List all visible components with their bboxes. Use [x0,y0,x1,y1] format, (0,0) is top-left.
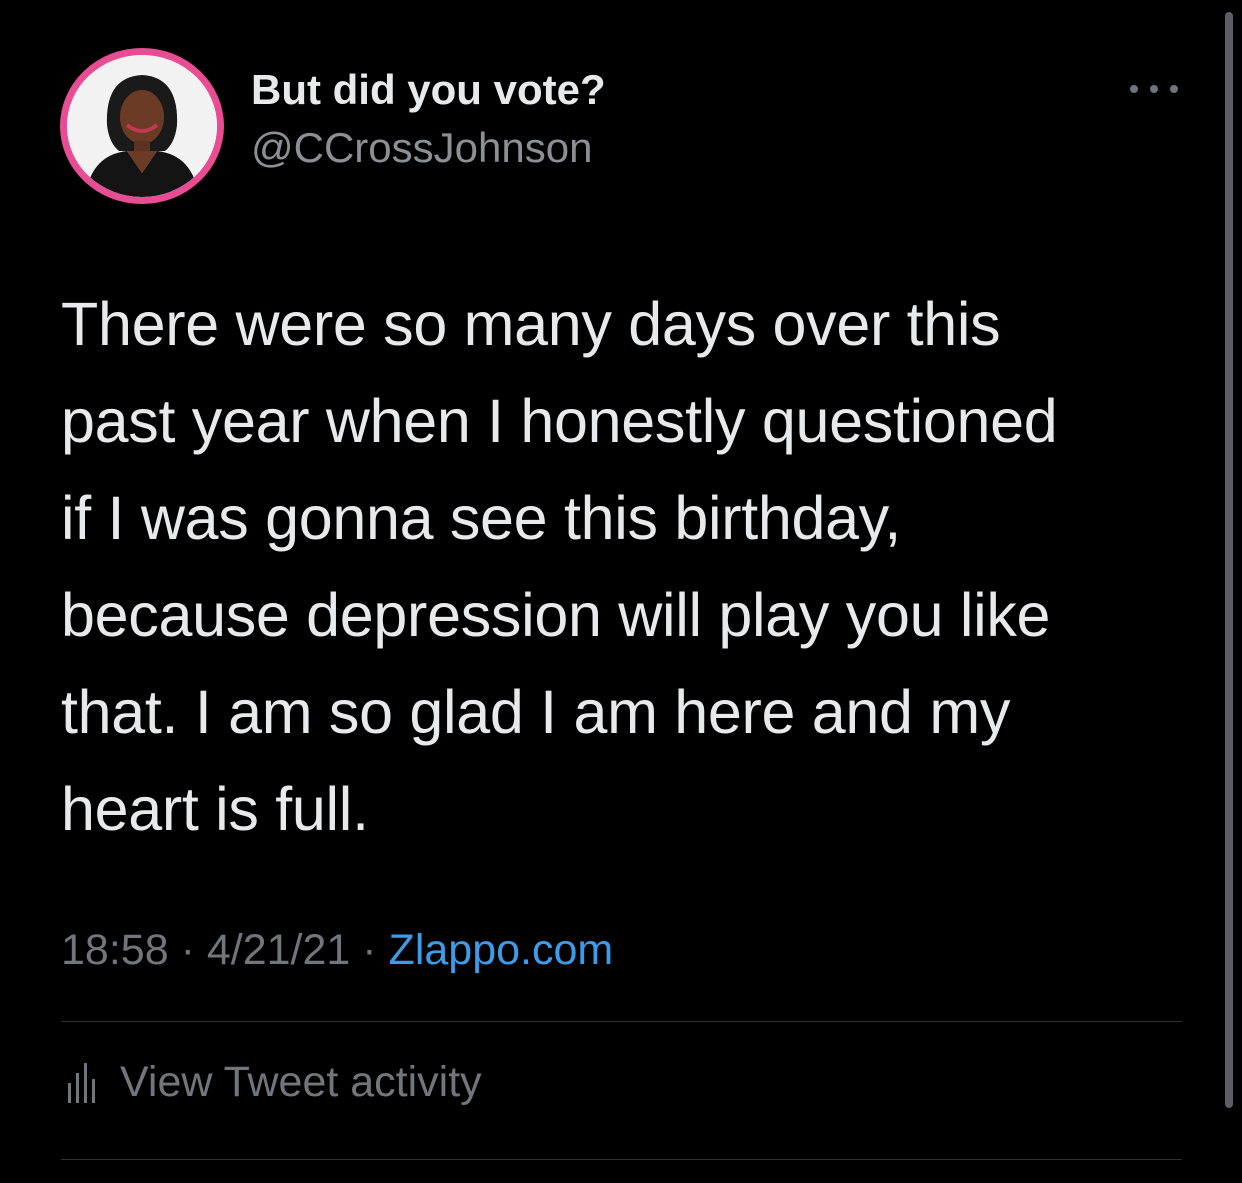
scrollbar[interactable] [1225,12,1233,1108]
avatar[interactable] [60,48,224,204]
view-tweet-activity-label: View Tweet activity [120,1058,482,1106]
tweet-text-line: because depression will play you like [61,581,1051,649]
tweet-date[interactable]: 4/21/21 [207,926,350,974]
tweet-text-line: There were so many days over this [61,290,1001,358]
tweet-time[interactable]: 18:58 [61,926,169,974]
more-dot-icon [1130,85,1138,93]
divider [61,1159,1182,1160]
divider [61,1021,1182,1022]
view-tweet-activity-button[interactable]: View Tweet activity [66,1058,482,1107]
tweet-source-link[interactable]: Zlappo.com [389,926,614,974]
more-options-button[interactable] [1130,76,1178,102]
tweet-text: There were so many days over this past y… [61,276,1191,858]
tweet-text-line: that. I am so glad I am here and my [61,678,1011,746]
more-dot-icon [1150,85,1158,93]
tweet-detail: But did you vote? @CCrossJohnson There w… [0,0,1242,1183]
tweet-metadata: 18:58 · 4/21/21 · Zlappo.com [61,926,613,975]
meta-separator: · [180,926,195,974]
tweet-text-line: past year when I honestly questioned [61,387,1058,455]
meta-separator: · [362,926,377,974]
more-dot-icon [1170,85,1178,93]
tweet-text-line: heart is full. [61,775,369,843]
bar-chart-icon [68,1062,95,1103]
profile-photo [67,55,217,197]
tweet-text-line: if I was gonna see this birthday, [61,484,902,552]
user-handle[interactable]: @CCrossJohnson [251,124,592,172]
display-name[interactable]: But did you vote? [251,66,606,114]
